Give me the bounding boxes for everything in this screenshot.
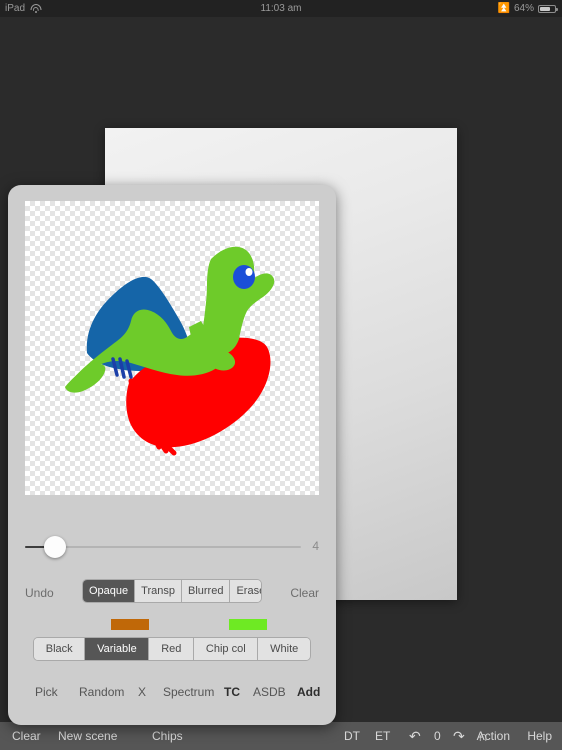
- color-group: Black Variable Red Chip col White: [33, 637, 311, 661]
- paint-mode-opaque[interactable]: Opaque: [83, 580, 136, 602]
- toolbar-dt[interactable]: DT: [344, 722, 360, 750]
- color-red[interactable]: Red: [149, 638, 195, 660]
- undo-arrow-icon[interactable]: ↶: [409, 722, 421, 750]
- paint-mode-segmented: Opaque Transp Blurred Erase: [82, 579, 262, 603]
- color-actions-row: Pick Random X Spectrum TC ASDB Add: [25, 685, 320, 707]
- battery-icon: [538, 4, 558, 13]
- action-pick[interactable]: Pick: [35, 685, 58, 699]
- battery-percent-label: 64%: [513, 3, 534, 14]
- paint-mode-row: Undo Opaque Transp Blurred Erase Clear: [25, 579, 319, 605]
- bottom-toolbar: Clear New scene Chips DT ET ↶ 0 ↷ ∩ Acti…: [0, 722, 562, 750]
- action-x[interactable]: X: [138, 685, 146, 699]
- undo-button[interactable]: Undo: [25, 586, 54, 600]
- paint-mode-erase[interactable]: Erase: [230, 580, 261, 602]
- artwork-eye: [233, 265, 255, 289]
- toolbar-new-scene[interactable]: New scene: [58, 722, 117, 750]
- paint-mode-transp[interactable]: Transp: [135, 580, 182, 602]
- toolbar-help[interactable]: Help: [527, 722, 552, 750]
- chip-color-swatch[interactable]: [229, 619, 267, 630]
- action-asdb[interactable]: ASDB: [253, 685, 286, 699]
- paint-mode-blurred[interactable]: Blurred: [181, 580, 231, 602]
- toolbar-clear[interactable]: Clear: [12, 722, 41, 750]
- bluetooth-icon: ⏫: [497, 3, 510, 14]
- toolbar-et[interactable]: ET: [375, 722, 390, 750]
- toolbar-counter: 0: [434, 729, 441, 743]
- brush-size-slider[interactable]: 4: [25, 533, 319, 561]
- redo-arrow-icon[interactable]: ↷: [453, 722, 465, 750]
- slider-track[interactable]: [25, 546, 301, 548]
- action-tc[interactable]: TC: [224, 685, 240, 699]
- color-select-row: Black Variable Red Chip col White: [25, 637, 319, 663]
- color-white[interactable]: White: [258, 638, 310, 660]
- status-bar-right: ⏫ 64%: [497, 0, 558, 17]
- paint-tools-panel: 4 Undo Opaque Transp Blurred Erase Clear: [8, 185, 336, 725]
- color-variable[interactable]: Variable: [85, 638, 150, 660]
- variable-color-swatch[interactable]: [111, 619, 149, 630]
- action-random[interactable]: Random: [79, 685, 124, 699]
- color-segmented: Black Variable Red Chip col White: [33, 637, 311, 661]
- color-swatch-row: [25, 619, 319, 631]
- slider-thumb[interactable]: [44, 536, 67, 558]
- toolbar-chips[interactable]: Chips: [152, 722, 183, 750]
- artwork-eye-highlight: [245, 268, 253, 276]
- clear-button[interactable]: Clear: [290, 586, 319, 600]
- color-black[interactable]: Black: [34, 638, 86, 660]
- paint-mode-group: Opaque Transp Blurred Erase: [82, 579, 262, 603]
- toolbar-action[interactable]: Action: [477, 722, 510, 750]
- drawing-canvas[interactable]: [25, 201, 319, 495]
- slider-value-label: 4: [312, 539, 319, 553]
- action-spectrum[interactable]: Spectrum: [163, 685, 214, 699]
- action-add[interactable]: Add: [297, 685, 320, 699]
- status-bar-clock: 11:03 am: [260, 3, 302, 14]
- artwork-green-head: [202, 246, 275, 355]
- status-bar: iPad 11:03 am ⏫ 64%: [0, 0, 562, 17]
- color-chip-col[interactable]: Chip col: [194, 638, 259, 660]
- canvas-artwork: [65, 246, 275, 456]
- ipad-screen: iPad 11:03 am ⏫ 64% 4 Undo Opaque Transp…: [0, 0, 562, 750]
